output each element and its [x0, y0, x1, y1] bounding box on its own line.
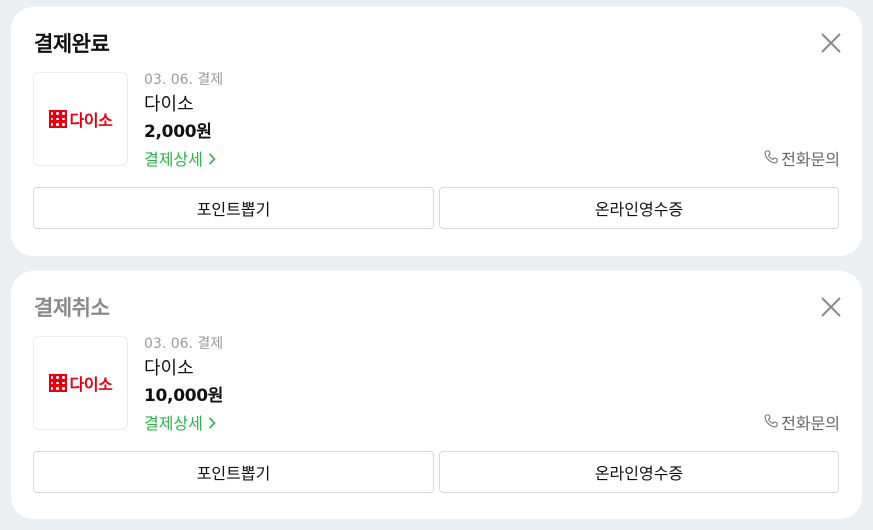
chevron-right-icon [204, 153, 216, 169]
merchant-name: 다이소 [144, 358, 194, 379]
payment-date: 03. 06. 결제 [144, 72, 224, 88]
merchant-name: 다이소 [144, 94, 194, 115]
payment-amount: 10,000원 [144, 386, 224, 406]
points-draw-button[interactable]: 포인트뽑기 [33, 187, 434, 229]
online-receipt-button[interactable]: 온라인영수증 [439, 451, 839, 493]
phone-icon [764, 149, 778, 168]
payment-detail-label: 결제상세 [144, 414, 203, 433]
order-status: 결제취소 [34, 296, 110, 320]
online-receipt-button[interactable]: 온라인영수증 [439, 187, 839, 229]
merchant-logo: 다이소 [33, 336, 128, 430]
chevron-right-icon [204, 417, 216, 433]
phone-inquiry-button[interactable]: 전화문의 [764, 410, 840, 434]
points-draw-button[interactable]: 포인트뽑기 [33, 451, 434, 493]
phone-inquiry-label: 전화문의 [781, 414, 840, 433]
order-card: 결제완료 다이소 03. 06. 결제 다이소 2,000원 결제상세 전화문의… [11, 7, 862, 256]
order-status: 결제완료 [34, 32, 110, 56]
payment-amount: 2,000원 [144, 122, 212, 142]
close-icon[interactable] [820, 296, 842, 318]
payment-detail-label: 결제상세 [144, 150, 203, 169]
phone-inquiry-button[interactable]: 전화문의 [764, 146, 840, 170]
daiso-logo: 다이소 [48, 371, 113, 395]
payment-date: 03. 06. 결제 [144, 336, 224, 352]
payment-detail-link[interactable]: 결제상세 [144, 410, 216, 434]
payment-detail-link[interactable]: 결제상세 [144, 146, 216, 170]
order-card: 결제취소 다이소 03. 06. 결제 다이소 10,000원 결제상세 전화문… [11, 271, 862, 519]
close-icon[interactable] [820, 32, 842, 54]
daiso-logo: 다이소 [48, 107, 113, 131]
phone-icon [764, 413, 778, 432]
phone-inquiry-label: 전화문의 [781, 150, 840, 169]
merchant-logo: 다이소 [33, 72, 128, 166]
